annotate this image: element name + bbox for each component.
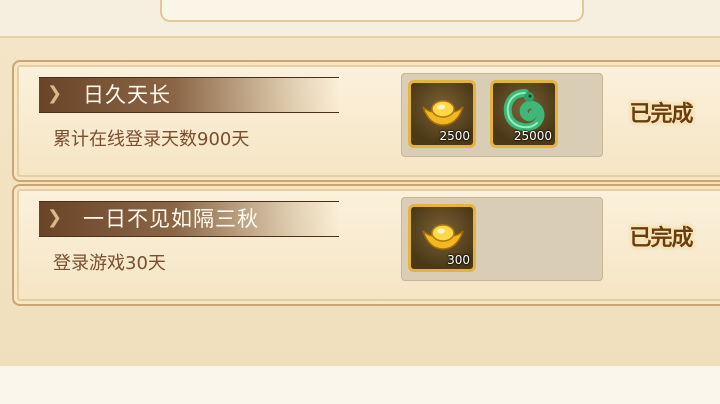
completed-badge: 已完成: [629, 226, 693, 251]
gold-ingot-icon: [422, 224, 464, 250]
reward-box: 300: [401, 197, 603, 281]
reward-item-gold-ingot[interactable]: 300: [408, 204, 476, 272]
task-description: 登录游戏30天: [53, 253, 166, 274]
reward-item-gold-ingot[interactable]: 2500: [408, 80, 476, 148]
reward-count: 300: [447, 253, 470, 267]
completed-badge: 已完成: [629, 102, 693, 127]
reward-item-jade-dragon[interactable]: 25000: [490, 80, 558, 148]
task-description: 累计在线登录天数900天: [53, 129, 250, 150]
task-row-2: ❯ 一日不见如隔三秋 登录游戏30天 300 已完成: [12, 184, 720, 306]
reward-count: 2500: [439, 129, 470, 143]
chevron-right-icon: ❯: [47, 83, 63, 104]
panel-bottom-band: [0, 366, 720, 404]
reward-box: 2500 25000: [401, 73, 603, 157]
chevron-right-icon: ❯: [47, 207, 63, 228]
top-frame-ornament: [160, 0, 584, 22]
task-row-1: ❯ 日久天长 累计在线登录天数900天 2500 25000 已完成: [12, 60, 720, 182]
task-name-bar: ❯ 一日不见如隔三秋: [39, 201, 339, 237]
task-title: 一日不见如隔三秋: [83, 207, 259, 231]
reward-count: 25000: [513, 129, 552, 143]
task-name-bar: ❯ 日久天长: [39, 77, 339, 113]
gold-ingot-icon: [422, 100, 464, 126]
jade-dragon-icon: [503, 89, 545, 132]
task-title: 日久天长: [83, 83, 171, 107]
